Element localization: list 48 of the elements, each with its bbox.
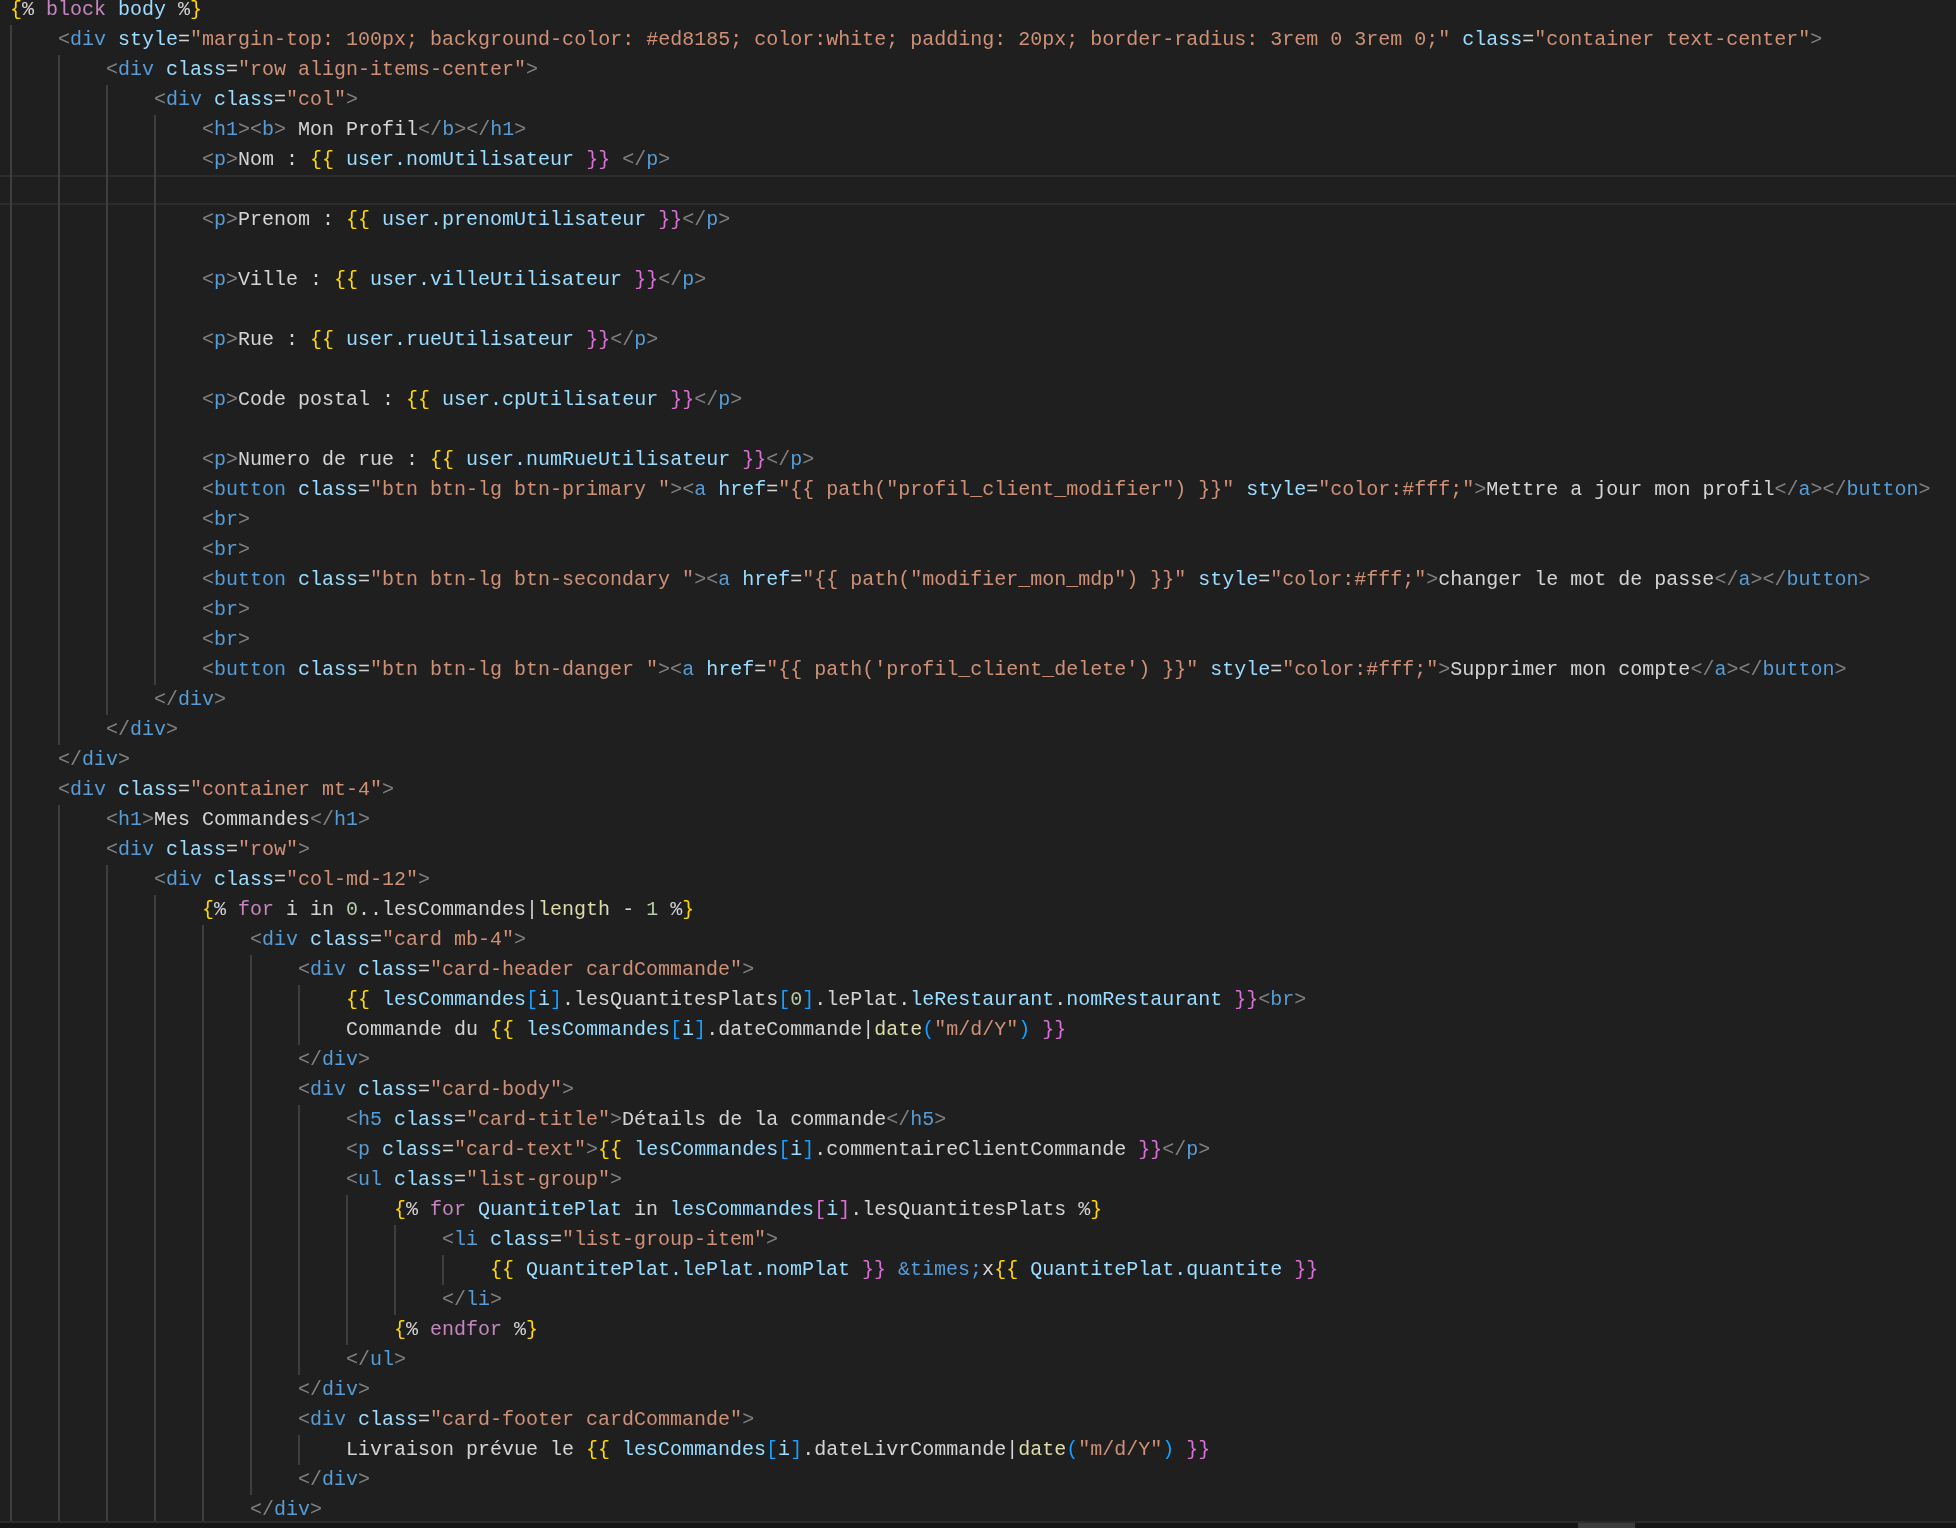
code-line: <div class="container mt-4">	[58, 777, 395, 803]
code-line: <p>Rue : {{ user.rueUtilisateur }}</p>	[202, 327, 659, 353]
code-line: <h1>Mes Commandes</h1>	[106, 807, 371, 833]
code-line: <div style="margin-top: 100px; background-color: #ed8185; color:white; padding: 20px; border-radius: 3rem 0 3rem 0;" class="container text-center">	[58, 27, 1823, 53]
code-line: <p>Ville : {{ user.villeUtilisateur }}</p>	[202, 267, 707, 293]
code-line: {% for i in 0..lesCommandes|length - 1 %}	[202, 897, 695, 923]
code-line: <p class="card-text">{{ lesCommandes[i].commentaireClientCommande }}</p>	[346, 1137, 1211, 1163]
code-line: <p>Prenom : {{ user.prenomUtilisateur }}</p>	[202, 207, 731, 233]
code-line: {% block body %}	[10, 0, 203, 23]
code-line: </div>	[298, 1377, 371, 1403]
code-line: {{ QuantitePlat.lePlat.nomPlat }} &times;x{{ QuantitePlat.quantite }}	[490, 1257, 1319, 1283]
code-line: <button class="btn btn-lg btn-danger "><a href="{{ path('profil_client_delete') }}" style="color:#fff;">Supprimer mon compte</a></button>	[202, 657, 1847, 683]
code-line: {% for QuantitePlat in lesCommandes[i].lesQuantitesPlats %}	[394, 1197, 1103, 1223]
code-line: </div>	[154, 687, 227, 713]
code-line: <div class="card-header cardCommande">	[298, 957, 755, 983]
code-line: <button class="btn btn-lg btn-secondary "><a href="{{ path("modifier_mon_mdp") }}" style="color:#fff;">changer le mot de passe</a></button>	[202, 567, 1871, 593]
code-line: <div class="col-md-12">	[154, 867, 431, 893]
code-line: </div>	[250, 1497, 323, 1523]
code-line: <div class="card-body">	[298, 1077, 575, 1103]
code-line: <h5 class="card-title">Détails de la commande</h5>	[346, 1107, 947, 1133]
code-line: </div>	[58, 747, 131, 773]
code-line: <p>Numero de rue : {{ user.numRueUtilisateur }}</p>	[202, 447, 815, 473]
code-line: Commande du {{ lesCommandes[i].dateCommande|date("m/d/Y") }}	[346, 1017, 1067, 1043]
code-line: </div>	[298, 1047, 371, 1073]
code-line: {% endfor %}	[394, 1317, 539, 1343]
code-line: <div class="row align-items-center">	[106, 57, 539, 83]
scrollbar-thumb[interactable]	[1578, 1523, 1636, 1528]
code-line: {{ lesCommandes[i].lesQuantitesPlats[0].lePlat.leRestaurant.nomRestaurant }}<br>	[346, 987, 1307, 1013]
code-line: <div class="card mb-4">	[250, 927, 527, 953]
code-line: <div class="card-footer cardCommande">	[298, 1407, 755, 1433]
code-line: <li class="list-group-item">	[442, 1227, 779, 1253]
code-line: <br>	[202, 597, 251, 623]
code-line: <br>	[202, 507, 251, 533]
code-line: </div>	[106, 717, 179, 743]
horizontal-scrollbar[interactable]	[0, 1521, 1956, 1528]
code-line: Livraison prévue le {{ lesCommandes[i].dateLivrCommande|date("m/d/Y") }}	[346, 1437, 1211, 1463]
code-line: <h1><b> Mon Profil</b></h1>	[202, 117, 527, 143]
code-line: <br>	[202, 537, 251, 563]
code-line: </li>	[442, 1287, 503, 1313]
code-line: <br>	[202, 627, 251, 653]
code-line: </div>	[298, 1467, 371, 1493]
code-line: <p>Nom : {{ user.nomUtilisateur }} </p>	[202, 147, 671, 173]
code-line: <div class="col">	[154, 87, 359, 113]
code-line: <p>Code postal : {{ user.cpUtilisateur }}</p>	[202, 387, 743, 413]
code-line: <div class="row">	[106, 837, 311, 863]
code-line: </ul>	[346, 1347, 407, 1373]
code-line: <button class="btn btn-lg btn-primary "><a href="{{ path("profil_client_modifier") }}" style="color:#fff;">Mettre a jour mon profil</a></button>	[202, 477, 1931, 503]
code-line: <ul class="list-group">	[346, 1167, 623, 1193]
